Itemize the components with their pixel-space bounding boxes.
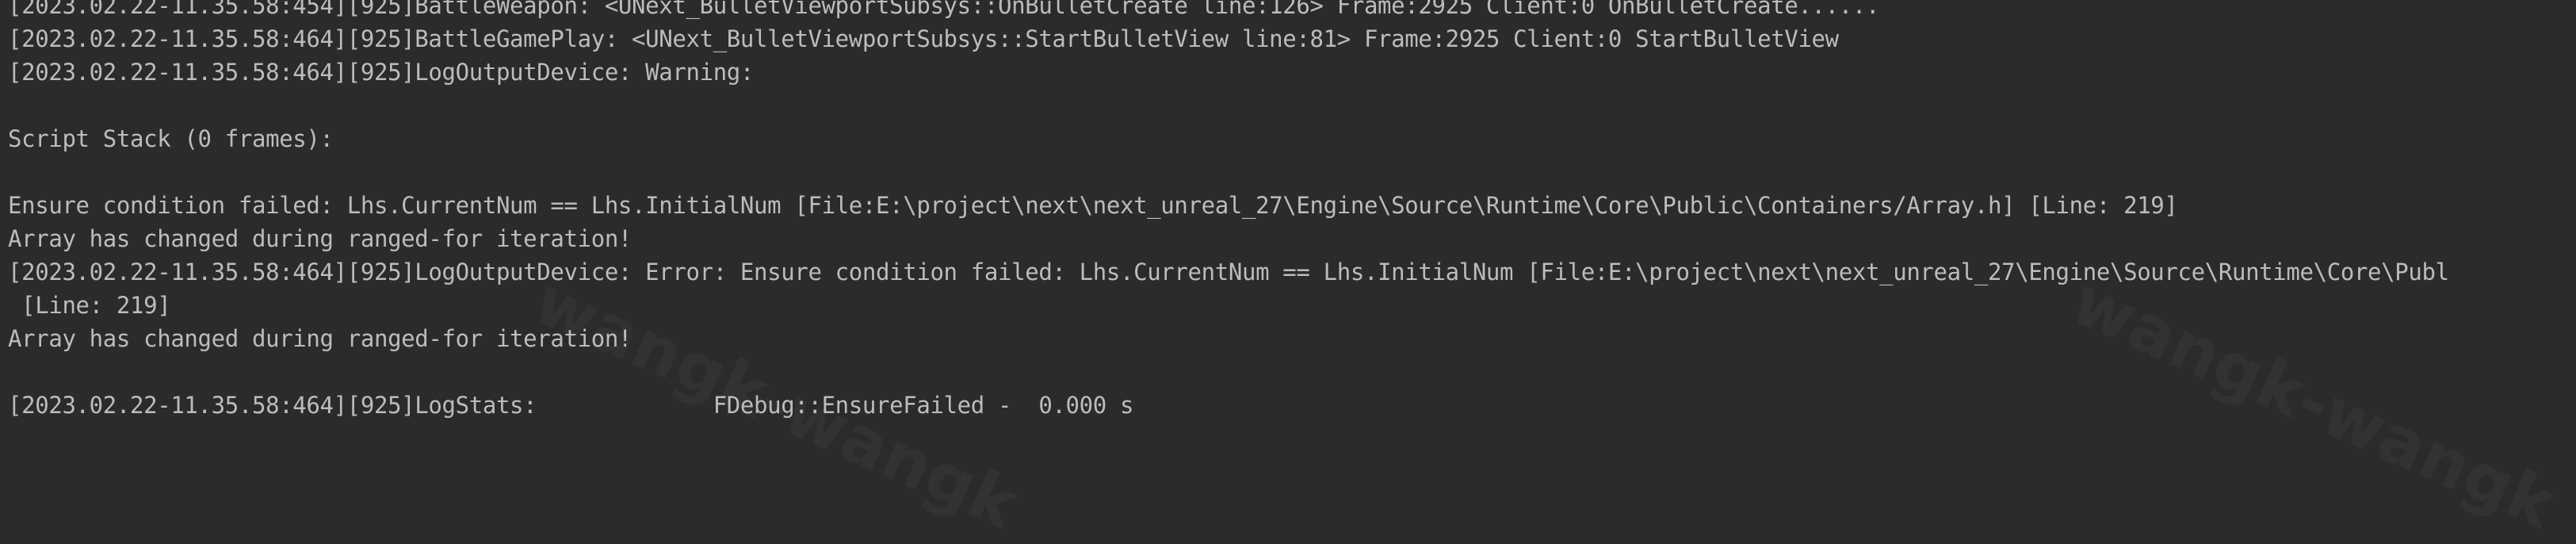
log-line: [2023.02.22-11.35.58:464][925]LogStats: … (8, 392, 1134, 419)
log-line: [2023.02.22-11.35.58:454][925]BattleWeap… (8, 0, 1880, 19)
log-line: [2023.02.22-11.35.58:464][925]BattleGame… (8, 25, 1839, 52)
log-line: [2023.02.22-11.35.58:464][925]LogOutputD… (8, 59, 755, 86)
log-line: [2023.02.22-11.35.58:464][925]LogOutputD… (8, 259, 2449, 285)
console-output[interactable]: [2023.02.22-11.35.58:454][925]BattleWeap… (0, 0, 2576, 469)
log-line: Array has changed during ranged-for iter… (8, 325, 633, 352)
log-line: Ensure condition failed: Lhs.CurrentNum … (8, 192, 2178, 219)
log-line: Array has changed during ranged-for iter… (8, 225, 633, 252)
log-line: Script Stack (0 frames): (8, 125, 334, 152)
log-line: [Line: 219] (8, 292, 171, 319)
